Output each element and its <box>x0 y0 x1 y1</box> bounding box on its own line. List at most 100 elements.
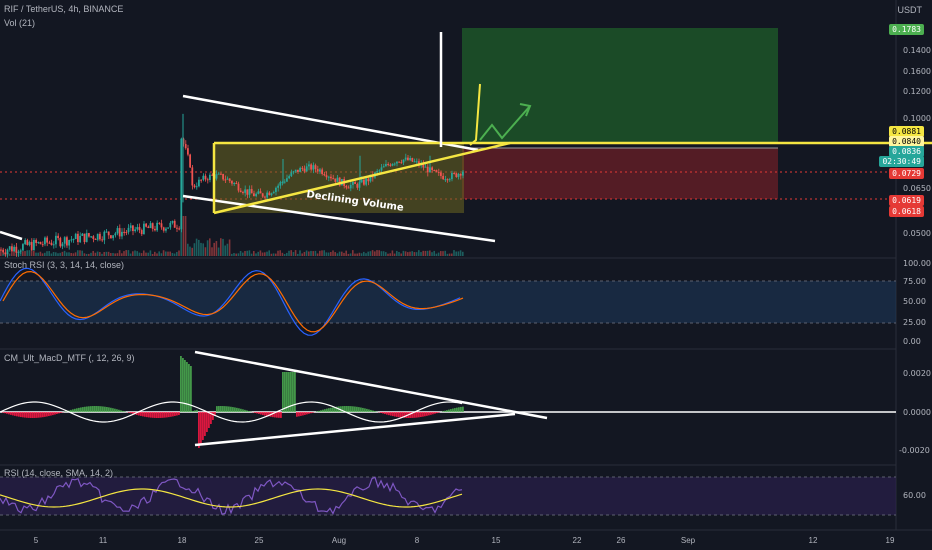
candle-body <box>184 144 187 149</box>
macd-hist-bar <box>394 412 396 417</box>
macd-hist-bar <box>70 409 72 412</box>
volume-bar <box>30 250 33 256</box>
volume-bar <box>140 253 143 256</box>
candle-body <box>459 173 462 176</box>
candle-body <box>325 175 328 178</box>
stoch-label[interactable]: Stoch RSI (3, 3, 14, 14, close) <box>4 260 124 270</box>
candle-body <box>444 179 447 181</box>
time-axis-label: 8 <box>414 536 420 545</box>
volume-bar <box>356 253 358 256</box>
macd-hist-bar <box>462 406 464 412</box>
candle-body <box>389 164 392 166</box>
macd-hist-bar <box>102 406 104 412</box>
candle-body <box>24 240 26 245</box>
volume-bar <box>198 239 200 256</box>
candle-body <box>299 167 301 172</box>
volume-bar <box>44 252 46 256</box>
candle-body <box>352 181 354 185</box>
macd-hist-bar <box>58 412 60 414</box>
candle-body <box>215 174 218 179</box>
volume-bar <box>385 252 387 256</box>
candle-body <box>290 172 293 177</box>
volume-bar <box>391 250 394 256</box>
candle-body <box>206 179 209 181</box>
volume-bar <box>224 245 226 256</box>
macd-label[interactable]: CM_Ult_MacD_MTF (, 12, 26, 9) <box>4 353 135 363</box>
macd-hist-bar <box>312 412 314 413</box>
price-chart[interactable] <box>0 0 932 550</box>
volume-bar <box>424 250 427 256</box>
candle-body <box>334 178 337 182</box>
stoch-axis-label: 25.00 <box>903 318 926 327</box>
candle-body <box>13 246 15 252</box>
candle-body <box>312 165 315 170</box>
macd-hist-bar <box>42 412 44 418</box>
volume-label[interactable]: Vol (21) <box>4 18 35 28</box>
candle-body <box>96 233 99 240</box>
macd-hist-bar <box>80 407 82 412</box>
macd-hist-bar <box>116 409 118 412</box>
macd-hist-bar <box>176 412 178 416</box>
macd-hist-bar <box>302 412 304 416</box>
volume-bar <box>400 253 402 256</box>
candle-body <box>272 191 275 194</box>
volume-bar <box>204 247 207 256</box>
volume-bar <box>268 250 270 256</box>
volume-bar <box>389 253 391 256</box>
volume-bar <box>169 251 171 256</box>
candle-body <box>330 176 332 179</box>
macd-hist-bar <box>398 412 400 418</box>
volume-bar <box>396 250 398 256</box>
macd-hist-bar <box>142 412 144 417</box>
candle-body <box>26 240 29 245</box>
candle-body <box>92 236 95 239</box>
macd-hist-bar <box>316 411 318 412</box>
volume-bar <box>24 251 26 256</box>
candle-body <box>253 193 255 197</box>
candle-body <box>453 172 455 174</box>
countdown-tag: 02:30:49 <box>879 156 924 167</box>
rsi-label[interactable]: RSI (14, close, SMA, 14, 2) <box>4 468 113 478</box>
candle-body <box>217 173 220 175</box>
candle-body <box>8 246 11 250</box>
candle-body <box>176 227 178 229</box>
volume-bar <box>167 251 169 256</box>
time-axis-label: 11 <box>98 536 108 545</box>
macd-hist-bar <box>34 412 36 418</box>
candle-body <box>242 192 244 194</box>
volume-bar <box>182 216 185 256</box>
candle-body <box>116 228 119 234</box>
candle-body <box>222 173 224 180</box>
volume-bar <box>270 253 273 256</box>
volume-bar <box>92 250 94 256</box>
volume-bar <box>237 253 240 256</box>
candle-body <box>231 181 233 184</box>
macd-hist-bar <box>256 412 258 414</box>
time-axis-label: Aug <box>331 536 347 545</box>
macd-hist-bar <box>48 412 50 417</box>
candle-body <box>61 243 64 247</box>
macd-hist-bar <box>438 412 440 413</box>
candle-body <box>90 236 92 238</box>
candle-body <box>57 235 59 239</box>
candle-body <box>22 244 24 251</box>
volume-bar <box>228 239 231 256</box>
macd-hist-bar <box>74 408 76 412</box>
macd-hist-bar <box>306 412 308 415</box>
volume-bar <box>330 251 332 256</box>
symbol-title[interactable]: RIF / TetherUS, 4h, BINANCE <box>4 4 123 14</box>
volume-bar <box>158 251 160 256</box>
macd-hist-bar <box>322 409 324 412</box>
volume-bar <box>165 251 167 256</box>
candle-body <box>59 238 62 247</box>
volume-bar <box>94 252 97 256</box>
candle-body <box>411 157 414 162</box>
candle-body <box>156 222 158 231</box>
candle-body <box>154 228 156 231</box>
macd-hist-bar <box>162 412 164 418</box>
volume-bar <box>290 250 292 256</box>
volume-bar <box>68 252 70 256</box>
candle-body <box>39 242 42 245</box>
candle-body <box>277 185 279 188</box>
volume-bar <box>70 252 72 256</box>
